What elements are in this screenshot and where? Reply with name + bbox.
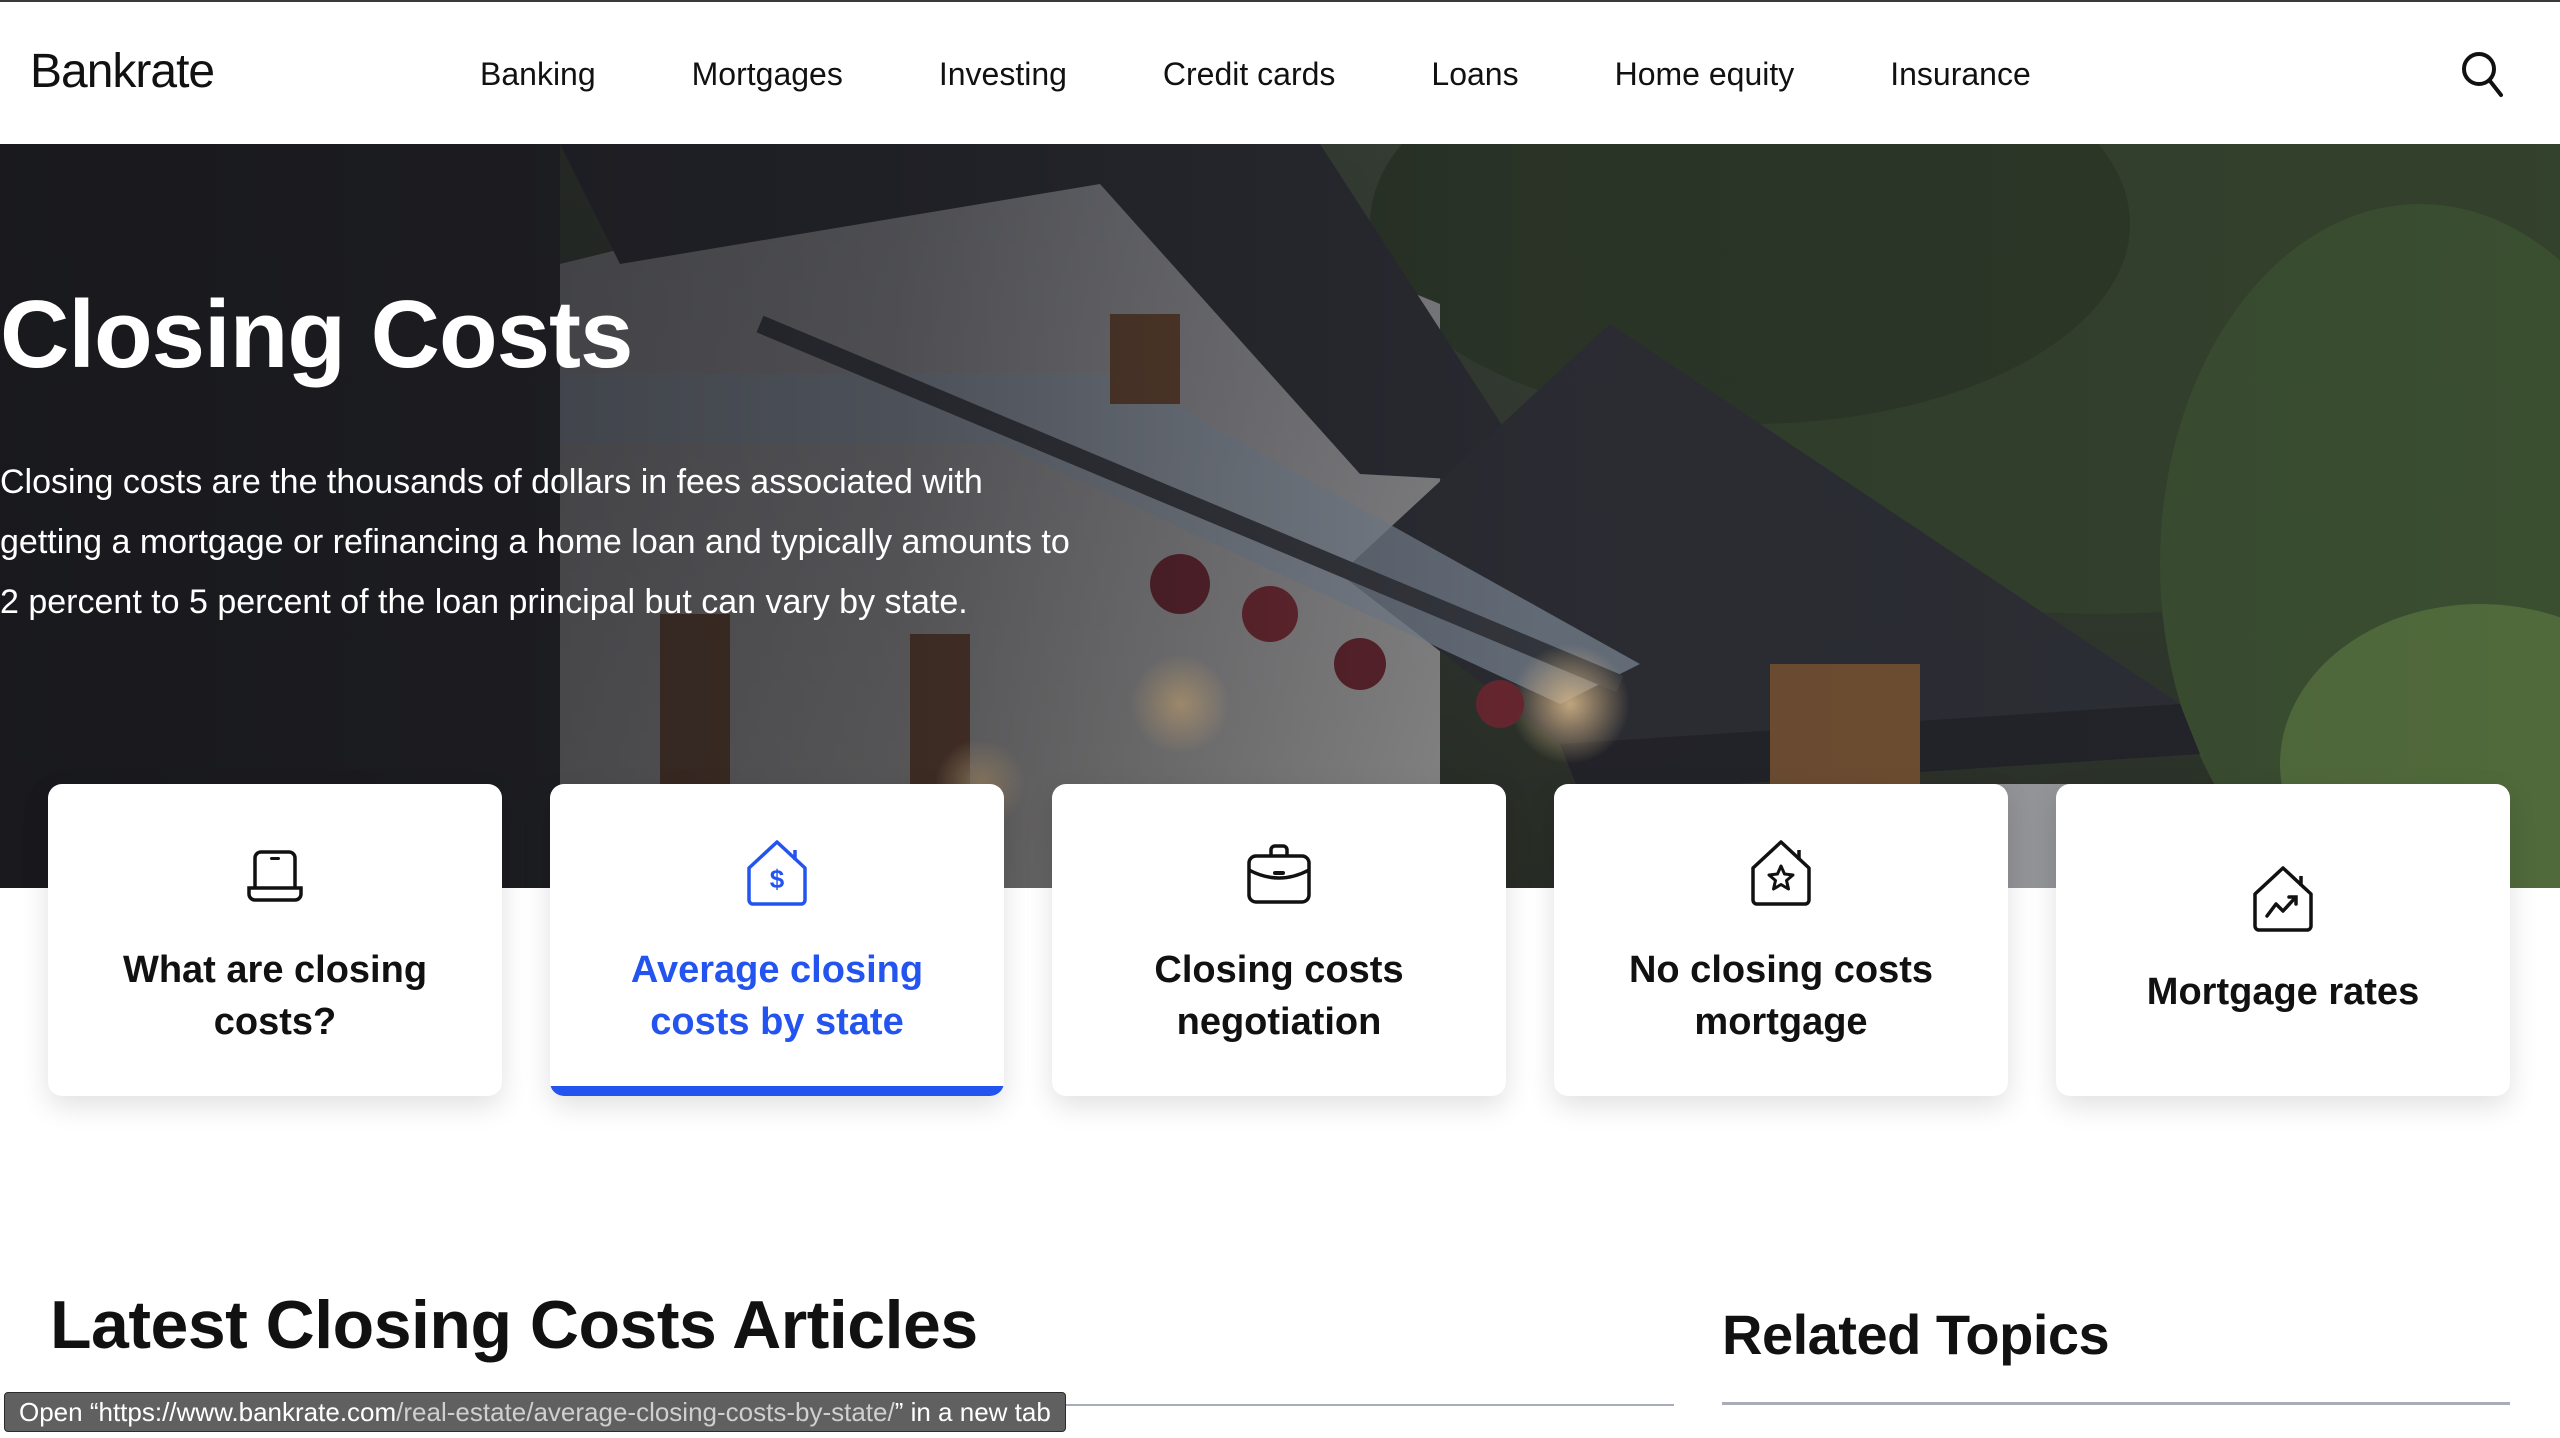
nav-item-home-equity[interactable]: Home equity xyxy=(1615,56,1795,93)
site-header: Bankrate Banking Mortgages Investing Cre… xyxy=(0,2,2560,144)
briefcase-icon xyxy=(1243,838,1315,910)
card-closing-costs-negotiation[interactable]: Closing costs negotiation xyxy=(1052,784,1506,1096)
card-mortgage-rates[interactable]: Mortgage rates xyxy=(2056,784,2510,1096)
search-icon xyxy=(2462,52,2503,97)
status-url-path: /real-estate/average-closing-costs-by-st… xyxy=(396,1396,895,1427)
status-url-suffix: ” in a new tab xyxy=(894,1396,1051,1427)
card-what-are-closing-costs[interactable]: What are closing costs? xyxy=(48,784,502,1096)
card-label: No closing costs mortgage xyxy=(1628,949,1934,1043)
card-label: What are closing costs? xyxy=(122,949,428,1043)
topic-cards: What are closing costs? $ Average closin… xyxy=(48,784,2510,1096)
related-topics-heading: Related Topics xyxy=(1722,1303,2110,1366)
card-label: Mortgage rates xyxy=(2146,971,2420,1013)
nav-item-credit-cards[interactable]: Credit cards xyxy=(1163,56,1336,93)
search-button[interactable] xyxy=(2460,50,2504,98)
nav-item-investing[interactable]: Investing xyxy=(939,56,1067,93)
card-no-closing-costs-mortgage[interactable]: No closing costs mortgage xyxy=(1554,784,2008,1096)
house-star-icon xyxy=(1745,838,1817,910)
latest-articles-heading: Latest Closing Costs Articles xyxy=(50,1287,978,1363)
card-label: Closing costs negotiation xyxy=(1154,949,1404,1043)
house-dollar-icon: $ xyxy=(741,838,813,910)
bankrate-logo[interactable]: Bankrate xyxy=(30,44,215,99)
hero-banner: Closing Costs Closing costs are the thou… xyxy=(0,144,2560,888)
nav-item-loans[interactable]: Loans xyxy=(1431,56,1518,93)
nav-item-insurance[interactable]: Insurance xyxy=(1890,56,2031,93)
link-status-tooltip: Open “https://www.bankrate.com/real-esta… xyxy=(4,1392,1066,1432)
nav-item-banking[interactable]: Banking xyxy=(480,56,596,93)
status-url-prefix: Open “https://www.bankrate.com xyxy=(19,1396,397,1427)
card-average-closing-costs-by-state[interactable]: $ Average closing costs by state xyxy=(550,784,1004,1096)
main-nav: Banking Mortgages Investing Credit cards… xyxy=(480,56,2127,93)
svg-text:$: $ xyxy=(770,864,785,894)
laptop-icon xyxy=(239,838,311,910)
house-chart-icon xyxy=(2247,864,2319,936)
page-title: Closing Costs xyxy=(0,281,633,388)
card-label: Average closing costs by state xyxy=(630,949,924,1043)
nav-item-mortgages[interactable]: Mortgages xyxy=(692,56,843,93)
hero-description: Closing costs are the thousands of dolla… xyxy=(0,463,1070,621)
related-topics-divider xyxy=(1722,1402,2510,1405)
latest-articles-divider xyxy=(1062,1404,1674,1406)
